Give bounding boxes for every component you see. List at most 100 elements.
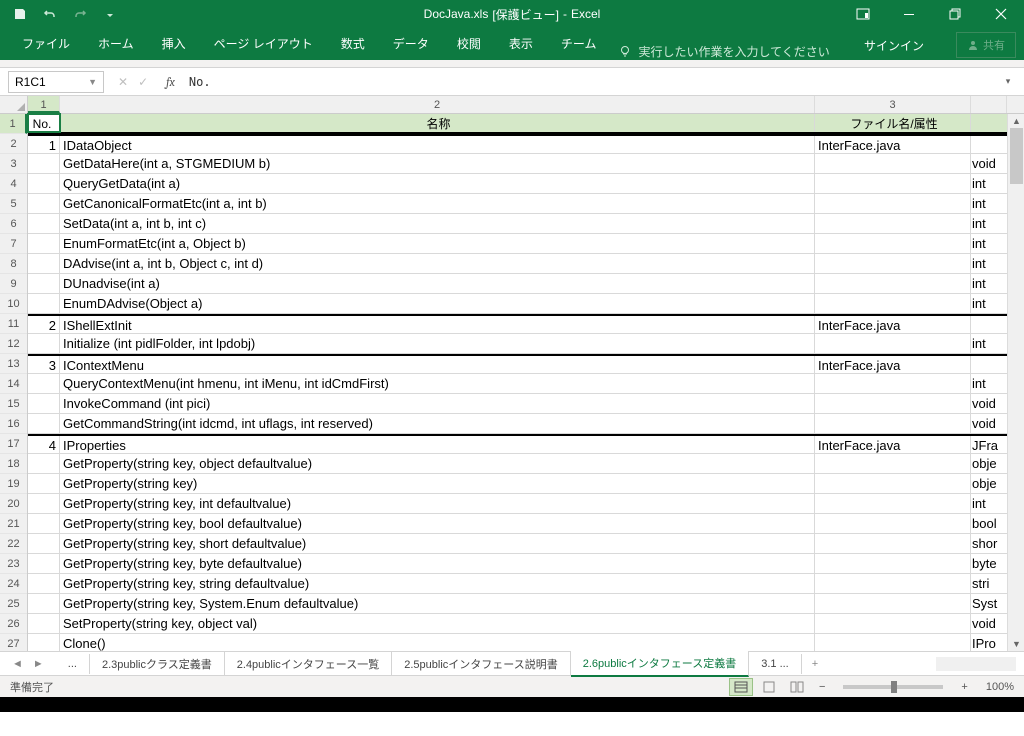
page-break-view-button[interactable] bbox=[785, 678, 809, 696]
cell-name[interactable]: EnumFormatEtc(int a, Object b) bbox=[60, 234, 815, 253]
cell-name[interactable]: GetProperty(string key, int defaultvalue… bbox=[60, 494, 815, 513]
cell-name[interactable]: SetProperty(string key, object val) bbox=[60, 614, 815, 633]
cell-no[interactable]: 4 bbox=[28, 436, 60, 453]
column-header-4[interactable] bbox=[971, 96, 1007, 113]
cell-no[interactable]: 2 bbox=[28, 316, 60, 333]
cell-file[interactable] bbox=[815, 554, 971, 573]
row-header[interactable]: 5 bbox=[0, 194, 27, 214]
zoom-slider-thumb[interactable] bbox=[891, 681, 897, 693]
cell-no[interactable] bbox=[28, 494, 60, 513]
cell-no[interactable] bbox=[28, 234, 60, 253]
save-button[interactable] bbox=[6, 2, 34, 26]
cell-return[interactable]: obje bbox=[971, 454, 1007, 473]
cell-file[interactable] bbox=[815, 534, 971, 553]
formula-input[interactable]: No. bbox=[183, 72, 998, 92]
cell-no[interactable] bbox=[28, 474, 60, 493]
cell-file[interactable] bbox=[815, 454, 971, 473]
tab-insert[interactable]: 挿入 bbox=[148, 29, 200, 60]
cell-no[interactable] bbox=[28, 574, 60, 593]
row-header[interactable]: 15 bbox=[0, 394, 27, 414]
minimize-button[interactable] bbox=[886, 0, 932, 28]
column-header-2[interactable]: 2 bbox=[60, 96, 815, 113]
cell-file[interactable] bbox=[815, 514, 971, 533]
cell-name[interactable]: Clone() bbox=[60, 634, 815, 651]
sheet-tab-active[interactable]: 2.6publicインタフェース定義書 bbox=[571, 651, 749, 677]
chevron-down-icon[interactable]: ▼ bbox=[88, 77, 97, 87]
cell-return[interactable]: int bbox=[971, 494, 1007, 513]
cell-return[interactable]: void bbox=[971, 614, 1007, 633]
ribbon-display-options-button[interactable] bbox=[840, 0, 886, 28]
cell-no[interactable] bbox=[28, 334, 60, 353]
cell-no[interactable] bbox=[28, 634, 60, 651]
cell-no[interactable] bbox=[28, 214, 60, 233]
zoom-level[interactable]: 100% bbox=[986, 681, 1014, 693]
row-header[interactable]: 20 bbox=[0, 494, 27, 514]
cell-file[interactable] bbox=[815, 474, 971, 493]
cell-name[interactable]: EnumDAdvise(Object a) bbox=[60, 294, 815, 313]
cell-file[interactable] bbox=[815, 334, 971, 353]
row-header[interactable]: 10 bbox=[0, 294, 27, 314]
tab-view[interactable]: 表示 bbox=[495, 29, 547, 60]
cell-file[interactable] bbox=[815, 494, 971, 513]
tab-home[interactable]: ホーム bbox=[84, 29, 148, 60]
cell-no[interactable] bbox=[28, 454, 60, 473]
row-header[interactable]: 21 bbox=[0, 514, 27, 534]
cell-return[interactable]: stri bbox=[971, 574, 1007, 593]
cell-no[interactable] bbox=[28, 254, 60, 273]
cell-return[interactable]: shor bbox=[971, 534, 1007, 553]
row-header[interactable]: 18 bbox=[0, 454, 27, 474]
cell-no[interactable] bbox=[28, 554, 60, 573]
zoom-slider[interactable] bbox=[843, 685, 943, 689]
row-header[interactable]: 2 bbox=[0, 134, 27, 154]
cell-name[interactable]: QueryGetData(int a) bbox=[60, 174, 815, 193]
sheet-tab[interactable]: 2.3publicクラス定義書 bbox=[90, 652, 225, 676]
cell-name[interactable]: Initialize (int pidlFolder, int lpdobj) bbox=[60, 334, 815, 353]
cell-name[interactable]: InvokeCommand (int pici) bbox=[60, 394, 815, 413]
tab-team[interactable]: チーム bbox=[547, 29, 611, 60]
row-header[interactable]: 17 bbox=[0, 434, 27, 454]
cell-file[interactable] bbox=[815, 414, 971, 433]
scroll-down-arrow-icon[interactable]: ▼ bbox=[1008, 637, 1024, 651]
cell-return[interactable]: Syst bbox=[971, 594, 1007, 613]
sheet-nav-prev[interactable]: ◄ bbox=[8, 656, 27, 672]
tab-review[interactable]: 校閲 bbox=[443, 29, 495, 60]
row-header[interactable]: 26 bbox=[0, 614, 27, 634]
row-header[interactable]: 6 bbox=[0, 214, 27, 234]
cell-return[interactable]: byte bbox=[971, 554, 1007, 573]
row-header[interactable]: 24 bbox=[0, 574, 27, 594]
sheet-tab-overflow[interactable]: ... bbox=[56, 654, 90, 674]
cell-file[interactable] bbox=[815, 594, 971, 613]
cell-file[interactable] bbox=[815, 214, 971, 233]
cell-no[interactable]: 3 bbox=[28, 356, 60, 373]
cell-return[interactable]: int bbox=[971, 174, 1007, 193]
cell-name[interactable]: GetCanonicalFormatEtc(int a, int b) bbox=[60, 194, 815, 213]
cell-return[interactable]: IPro bbox=[971, 634, 1007, 651]
vertical-scrollbar[interactable]: ▲ ▼ bbox=[1007, 114, 1024, 651]
cell-file[interactable] bbox=[815, 154, 971, 173]
column-header-1[interactable]: 1 bbox=[28, 96, 60, 113]
cell-name[interactable]: GetProperty(string key, string defaultva… bbox=[60, 574, 815, 593]
cell-return[interactable]: int bbox=[971, 294, 1007, 313]
cell-name[interactable]: GetProperty(string key, byte defaultvalu… bbox=[60, 554, 815, 573]
scroll-up-arrow-icon[interactable]: ▲ bbox=[1008, 114, 1024, 128]
cell-name[interactable]: DAdvise(int a, int b, Object c, int d) bbox=[60, 254, 815, 273]
tab-file[interactable]: ファイル bbox=[8, 29, 84, 60]
cell-no[interactable] bbox=[28, 274, 60, 293]
cell-no[interactable] bbox=[28, 394, 60, 413]
cell-name[interactable]: IShellExtInit bbox=[60, 316, 815, 333]
cell-file[interactable] bbox=[815, 194, 971, 213]
cell-file[interactable]: InterFace.java bbox=[815, 436, 971, 453]
sheet-tab[interactable]: 2.4publicインタフェース一覧 bbox=[225, 652, 392, 676]
cell-return[interactable]: int bbox=[971, 274, 1007, 293]
row-header[interactable]: 16 bbox=[0, 414, 27, 434]
cell-file[interactable] bbox=[815, 374, 971, 393]
row-header[interactable]: 9 bbox=[0, 274, 27, 294]
row-header[interactable]: 13 bbox=[0, 354, 27, 374]
sheet-nav-next[interactable]: ► bbox=[29, 656, 48, 672]
share-button[interactable]: 共有 bbox=[956, 32, 1016, 58]
cell-file[interactable] bbox=[815, 294, 971, 313]
cell-name[interactable]: GetProperty(string key, short defaultval… bbox=[60, 534, 815, 553]
cell-return[interactable]: int bbox=[971, 334, 1007, 353]
cell-name[interactable]: GetProperty(string key, bool defaultvalu… bbox=[60, 514, 815, 533]
cell-no[interactable] bbox=[28, 154, 60, 173]
